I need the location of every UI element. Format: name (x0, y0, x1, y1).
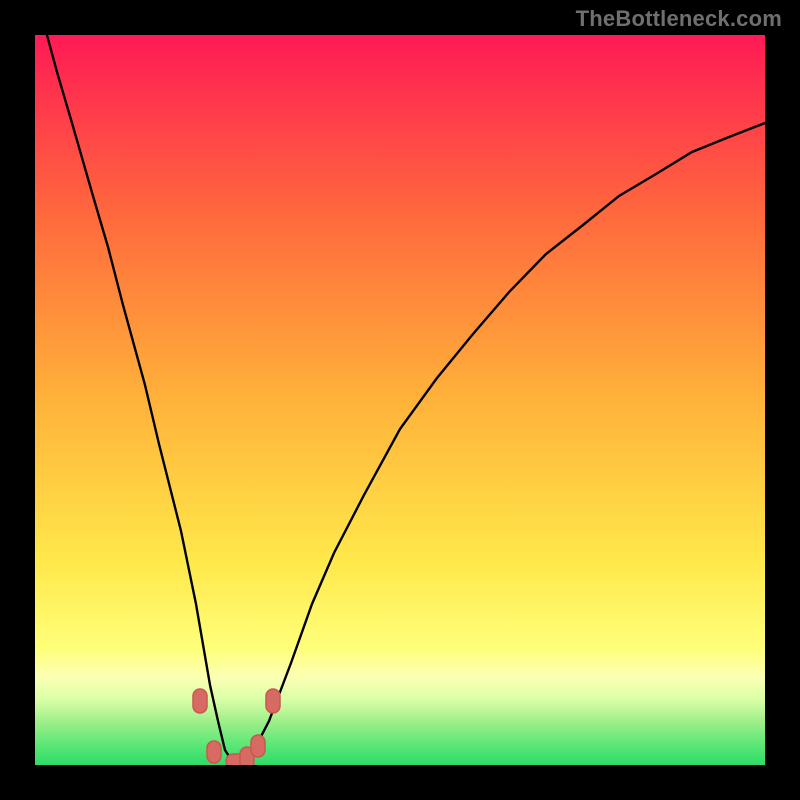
gradient-background (35, 35, 765, 765)
chart-frame: TheBottleneck.com (0, 0, 800, 800)
curve-marker (207, 741, 221, 763)
curve-marker (251, 735, 265, 757)
curve-marker (266, 689, 280, 713)
plot-area (35, 35, 765, 765)
watermark-text: TheBottleneck.com (576, 6, 782, 32)
curve-marker (193, 689, 207, 713)
